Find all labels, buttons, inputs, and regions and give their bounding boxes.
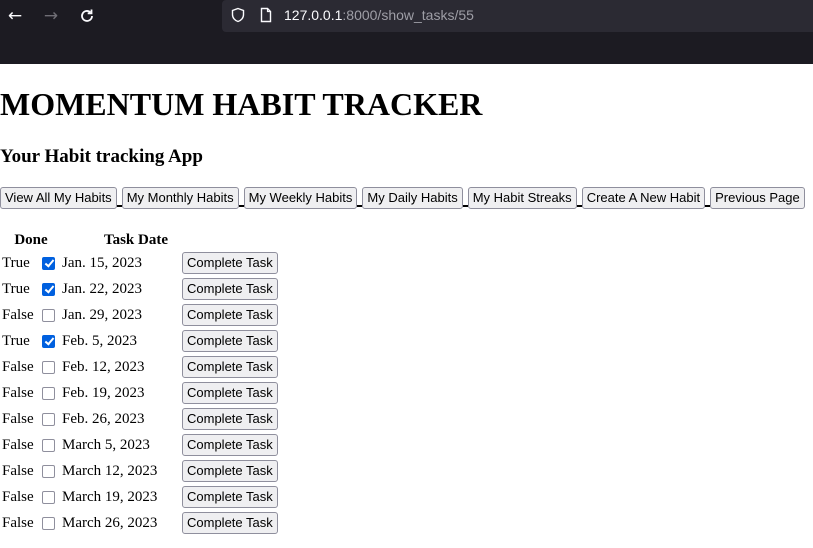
page-content: MOMENTUM HABIT TRACKER Your Habit tracki… xyxy=(0,64,813,548)
complete-task-button[interactable]: Complete Task xyxy=(182,356,278,378)
done-value: False xyxy=(2,384,34,401)
done-checkbox[interactable] xyxy=(42,308,55,322)
done-value: False xyxy=(2,462,34,479)
task-date: Feb. 5, 2023 xyxy=(62,332,137,349)
page-title: MOMENTUM HABIT TRACKER xyxy=(0,86,483,122)
done-checkbox[interactable] xyxy=(42,334,55,348)
table-row: False Feb. 12, 2023 Complete Task xyxy=(0,354,278,380)
done-checkbox[interactable] xyxy=(42,464,55,478)
url-text[interactable]: 127.0.0.1:8000/show_tasks/55 xyxy=(284,7,474,23)
browser-toolbar: ← → 127.0.0.1:8000/show_tasks/55 xyxy=(0,0,813,64)
weekly-habits-button[interactable]: My Weekly Habits xyxy=(243,187,358,209)
done-value: True xyxy=(2,332,30,349)
table-row: True Jan. 22, 2023 Complete Task xyxy=(0,276,278,302)
task-date: March 12, 2023 xyxy=(62,462,158,479)
create-habit-button[interactable]: Create A New Habit xyxy=(581,187,706,209)
table-row: False Feb. 19, 2023 Complete Task xyxy=(0,380,278,406)
table-row: False March 5, 2023 Complete Task xyxy=(0,432,278,458)
daily-habits-button[interactable]: My Daily Habits xyxy=(362,187,463,209)
done-value: True xyxy=(2,254,30,271)
done-value: False xyxy=(2,410,34,427)
complete-task-button[interactable]: Complete Task xyxy=(182,434,278,456)
table-row: False March 12, 2023 Complete Task xyxy=(0,458,278,484)
complete-task-button[interactable]: Complete Task xyxy=(182,278,278,300)
done-checkbox[interactable] xyxy=(42,386,55,400)
task-date: Feb. 12, 2023 xyxy=(62,358,145,375)
back-arrow-icon[interactable]: ← xyxy=(5,6,25,26)
complete-task-button[interactable]: Complete Task xyxy=(182,382,278,404)
task-date: Feb. 19, 2023 xyxy=(62,384,145,401)
complete-task-button[interactable]: Complete Task xyxy=(182,304,278,326)
address-bar[interactable]: 127.0.0.1:8000/show_tasks/55 xyxy=(222,0,813,32)
page-icon xyxy=(260,7,272,23)
complete-task-button[interactable]: Complete Task xyxy=(182,460,278,482)
task-date: Jan. 15, 2023 xyxy=(62,254,142,271)
done-checkbox[interactable] xyxy=(42,282,55,296)
done-value: True xyxy=(2,280,30,297)
view-all-habits-button[interactable]: View All My Habits xyxy=(0,187,117,209)
table-row: False Feb. 26, 2023 Complete Task xyxy=(0,406,278,432)
forward-arrow-icon[interactable]: → xyxy=(41,6,61,26)
done-checkbox[interactable] xyxy=(42,438,55,452)
complete-task-button[interactable]: Complete Task xyxy=(182,252,278,274)
done-checkbox[interactable] xyxy=(42,256,55,270)
column-header-task-date: Task Date xyxy=(103,231,168,248)
table-row: True Feb. 5, 2023 Complete Task xyxy=(0,328,278,354)
done-checkbox[interactable] xyxy=(42,516,55,530)
table-row: False March 19, 2023 Complete Task xyxy=(0,484,278,510)
previous-page-button[interactable]: Previous Page xyxy=(710,187,805,209)
shield-icon[interactable] xyxy=(230,7,246,23)
complete-task-button[interactable]: Complete Task xyxy=(182,408,278,430)
complete-task-button[interactable]: Complete Task xyxy=(182,512,278,534)
habit-streaks-button[interactable]: My Habit Streaks xyxy=(467,187,577,209)
task-date: Jan. 29, 2023 xyxy=(62,306,142,323)
reload-icon[interactable] xyxy=(77,6,97,26)
done-value: False xyxy=(2,306,34,323)
task-date: March 19, 2023 xyxy=(62,488,158,505)
done-value: False xyxy=(2,488,34,505)
done-value: False xyxy=(2,514,34,531)
complete-task-button[interactable]: Complete Task xyxy=(182,486,278,508)
tasks-table: Done Task Date True Jan. 15, 2023 Complete… xyxy=(0,230,278,536)
done-checkbox[interactable] xyxy=(42,360,55,374)
table-row: True Jan. 15, 2023 Complete Task xyxy=(0,250,278,276)
nav-button-row: View All My Habits My Monthly Habits My We… xyxy=(0,187,805,209)
task-date: March 26, 2023 xyxy=(62,514,158,531)
task-date: Jan. 22, 2023 xyxy=(62,280,142,297)
table-row: False March 26, 2023 Complete Task xyxy=(0,510,278,536)
done-checkbox[interactable] xyxy=(42,490,55,504)
monthly-habits-button[interactable]: My Monthly Habits xyxy=(121,187,239,209)
done-checkbox[interactable] xyxy=(42,412,55,426)
task-rows: True Jan. 15, 2023 Complete Task True Jan. 2… xyxy=(0,250,278,536)
done-value: False xyxy=(2,436,34,453)
done-value: False xyxy=(2,358,34,375)
task-date: March 5, 2023 xyxy=(62,436,150,453)
page-subtitle: Your Habit tracking App xyxy=(0,146,203,167)
table-row: False Jan. 29, 2023 Complete Task xyxy=(0,302,278,328)
complete-task-button[interactable]: Complete Task xyxy=(182,330,278,352)
task-date: Feb. 26, 2023 xyxy=(62,410,145,427)
column-header-done: Done xyxy=(14,231,48,248)
